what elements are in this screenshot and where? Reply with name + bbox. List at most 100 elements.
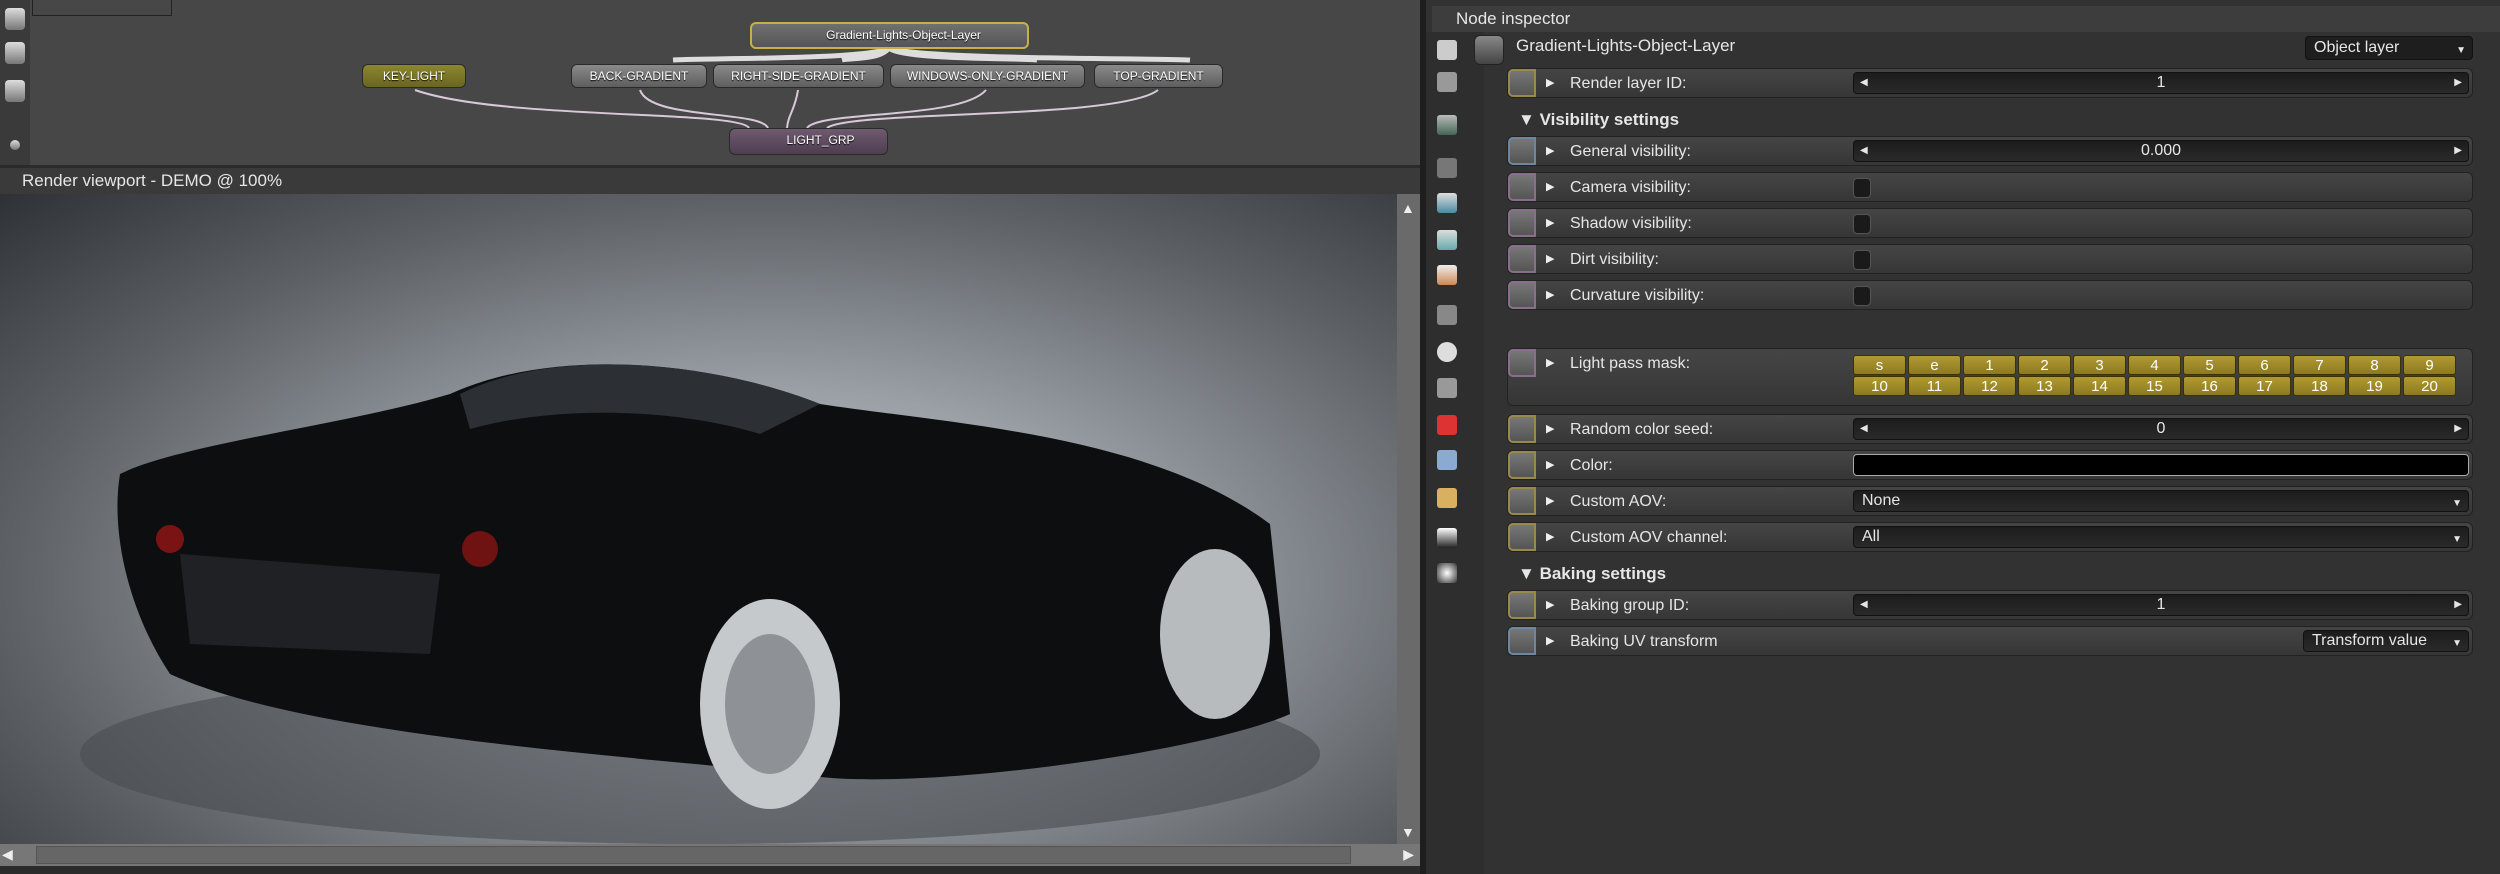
graph-minimap[interactable] <box>32 0 172 16</box>
expand-icon[interactable]: ▶ <box>1546 422 1554 435</box>
decrement-icon[interactable]: ◀ <box>1860 419 1868 439</box>
object-icon[interactable] <box>1437 488 1457 508</box>
scroll-thumb[interactable] <box>36 846 1351 864</box>
expand-icon[interactable]: ▶ <box>1546 216 1554 229</box>
light-pass-17-button[interactable]: 17 <box>2238 376 2291 396</box>
increment-icon[interactable]: ▶ <box>2454 141 2462 161</box>
custom-aov-dropdown[interactable]: None ▼ <box>1853 490 2469 512</box>
increment-icon[interactable]: ▶ <box>2454 73 2462 93</box>
render-layer-id-slider[interactable]: ◀ 1 ▶ <box>1853 72 2469 94</box>
frame-icon[interactable] <box>1437 305 1457 325</box>
pin-icon[interactable] <box>1508 209 1536 237</box>
custom-aov-channel-dropdown[interactable]: All ▼ <box>1853 526 2469 548</box>
camera-visibility-checkbox[interactable] <box>1853 178 1871 198</box>
clock-icon[interactable] <box>1437 342 1457 362</box>
texture-icon[interactable] <box>1437 378 1457 398</box>
pin-icon[interactable] <box>1508 173 1536 201</box>
light-icon[interactable] <box>1437 563 1457 583</box>
blue-cube-icon[interactable] <box>1437 450 1457 470</box>
light-pass-6-button[interactable]: 6 <box>2238 355 2291 375</box>
baking-settings-header[interactable]: ▼ Baking settings <box>1518 564 1666 584</box>
decrement-icon[interactable]: ◀ <box>1860 73 1868 93</box>
camera-icon[interactable] <box>1437 158 1457 178</box>
expand-icon[interactable]: ▶ <box>1546 252 1554 265</box>
light-pass-1-button[interactable]: 1 <box>1963 355 2016 375</box>
node-object-layer[interactable]: Gradient-Lights-Object-Layer <box>750 22 1029 49</box>
light-pass-12-button[interactable]: 12 <box>1963 376 2016 396</box>
increment-icon[interactable]: ▶ <box>2454 595 2462 615</box>
node-top-gradient[interactable]: TOP-GRADIENT <box>1094 64 1223 88</box>
light-pass-19-button[interactable]: 19 <box>2348 376 2401 396</box>
scroll-left-icon[interactable]: ◀ <box>2 846 13 863</box>
light-pass-4-button[interactable]: 4 <box>2128 355 2181 375</box>
viewport-vertical-scrollbar[interactable]: ▲ ▼ <box>1397 194 1420 844</box>
red-cube-icon[interactable] <box>1437 415 1457 435</box>
baking-uv-transform-dropdown[interactable]: Transform value ▼ <box>2303 630 2469 652</box>
expand-icon[interactable]: ▶ <box>1546 76 1554 89</box>
light-pass-15-button[interactable]: 15 <box>2128 376 2181 396</box>
light-pass-8-button[interactable]: 8 <box>2348 355 2401 375</box>
expand-icon[interactable]: ▶ <box>1546 288 1554 301</box>
light-pass-7-button[interactable]: 7 <box>2293 355 2346 375</box>
pin-icon[interactable] <box>1508 349 1536 377</box>
expand-icon[interactable]: ▶ <box>1546 458 1554 471</box>
decrement-icon[interactable]: ◀ <box>1860 141 1868 161</box>
expand-icon[interactable]: ▶ <box>1546 180 1554 193</box>
environment-icon[interactable] <box>1437 193 1457 213</box>
light-pass-2-button[interactable]: 2 <box>2018 355 2071 375</box>
expand-icon[interactable]: ▶ <box>1546 598 1554 611</box>
node-windows-only-gradient[interactable]: WINDOWS-ONLY-GRADIENT <box>890 64 1085 88</box>
general-visibility-slider[interactable]: ◀ 0.000 ▶ <box>1853 140 2469 162</box>
light-pass-14-button[interactable]: 14 <box>2073 376 2126 396</box>
render-viewport[interactable] <box>0 194 1397 844</box>
dirt-visibility-checkbox[interactable] <box>1853 250 1871 270</box>
pin-icon[interactable] <box>1508 69 1536 97</box>
node-light-grp[interactable]: LIGHT_GRP <box>729 128 888 155</box>
pin-icon[interactable] <box>1508 451 1536 479</box>
light-tool-icon[interactable] <box>5 8 25 30</box>
scroll-up-icon[interactable]: ▲ <box>1401 200 1415 216</box>
transform-icon[interactable] <box>1508 627 1536 655</box>
scroll-down-icon[interactable]: ▼ <box>1401 824 1415 840</box>
light-pass-e-button[interactable]: e <box>1908 355 1961 375</box>
pin-icon[interactable] <box>1508 591 1536 619</box>
light-pass-3-button[interactable]: 3 <box>2073 355 2126 375</box>
shadow-visibility-checkbox[interactable] <box>1853 214 1871 234</box>
expand-icon[interactable]: ▶ <box>1546 530 1554 543</box>
geometry-icon[interactable] <box>1437 230 1457 250</box>
material-icon[interactable] <box>1437 265 1457 285</box>
color-swatch[interactable] <box>1853 454 2469 476</box>
image-icon[interactable] <box>1437 115 1457 135</box>
pin-icon[interactable] <box>1508 523 1536 551</box>
light-pass-11-button[interactable]: 11 <box>1908 376 1961 396</box>
visibility-settings-header[interactable]: ▼ Visibility settings <box>1518 110 1679 130</box>
scroll-right-icon[interactable]: ▶ <box>1403 846 1414 863</box>
light-pass-16-button[interactable]: 16 <box>2183 376 2236 396</box>
pin-icon[interactable] <box>1508 281 1536 309</box>
light-pass-20-button[interactable]: 20 <box>2403 376 2456 396</box>
expand-icon[interactable]: ▶ <box>1546 144 1554 157</box>
material-tool-icon[interactable] <box>5 42 25 64</box>
decrement-icon[interactable]: ◀ <box>1860 595 1868 615</box>
layers-icon[interactable] <box>1437 40 1457 60</box>
pin-icon[interactable] <box>1508 415 1536 443</box>
list-icon[interactable] <box>1437 72 1457 92</box>
histogram-icon[interactable] <box>1437 528 1457 548</box>
baking-group-id-slider[interactable]: ◀ 1 ▶ <box>1853 594 2469 616</box>
expand-icon[interactable]: ▶ <box>1546 634 1554 647</box>
viewport-horizontal-scrollbar[interactable]: ◀ ▶ <box>0 844 1420 866</box>
pin-icon[interactable] <box>1508 245 1536 273</box>
node-key-light[interactable]: KEY-LIGHT <box>362 64 466 88</box>
light-pass-5-button[interactable]: 5 <box>2183 355 2236 375</box>
texture-tool-icon[interactable] <box>5 80 25 102</box>
curvature-visibility-checkbox[interactable] <box>1853 286 1871 306</box>
node-right-side-gradient[interactable]: RIGHT-SIDE-GRADIENT <box>713 64 884 88</box>
light-pass-s-button[interactable]: s <box>1853 355 1906 375</box>
node-graph[interactable]: Gradient-Lights-Object-Layer KEY-LIGHT B… <box>0 0 1420 165</box>
random-color-seed-slider[interactable]: ◀ 0 ▶ <box>1853 418 2469 440</box>
light-pass-18-button[interactable]: 18 <box>2293 376 2346 396</box>
curve-icon[interactable] <box>1508 137 1536 165</box>
light-pass-10-button[interactable]: 10 <box>1853 376 1906 396</box>
expand-icon[interactable]: ▶ <box>1546 494 1554 507</box>
expand-icon[interactable]: ▶ <box>1546 356 1554 369</box>
